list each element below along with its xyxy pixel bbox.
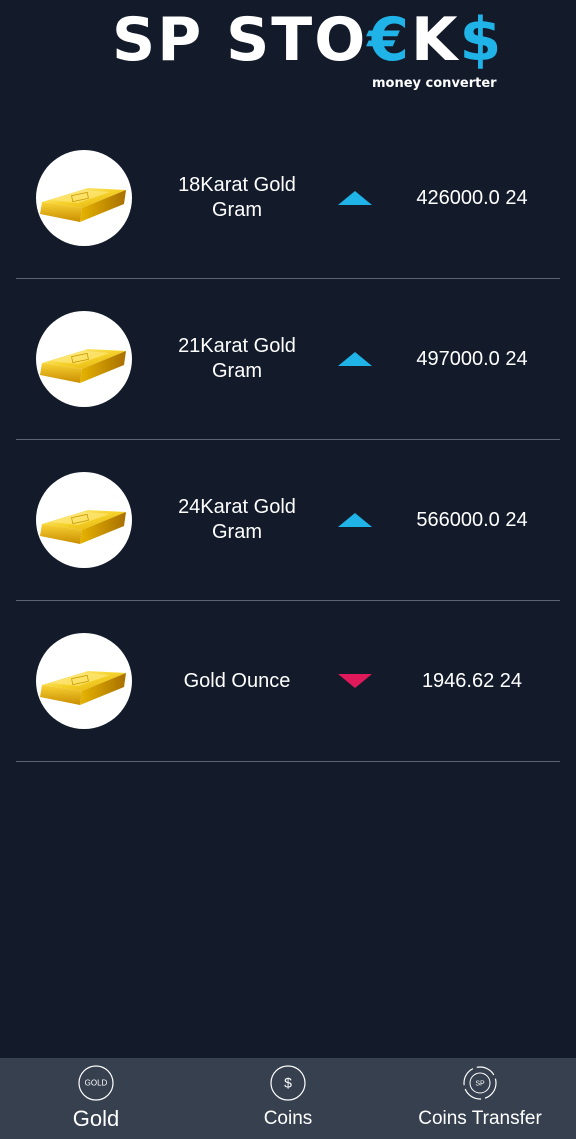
gold-coin-icon: GOLD <box>77 1064 115 1102</box>
svg-text:SP: SP <box>475 1080 485 1087</box>
gold-bar-icon <box>36 472 132 568</box>
logo-euro-symbol: € <box>367 5 411 75</box>
list-item[interactable]: 21Karat Gold Gram 497000.0 24 <box>16 279 560 440</box>
trend-up-icon <box>338 350 372 368</box>
nav-tab-gold[interactable]: GOLD Gold <box>0 1058 192 1139</box>
logo-dollar-symbol: $ <box>459 5 504 75</box>
list-item[interactable]: 24Karat Gold Gram 566000.0 24 <box>16 440 560 601</box>
gold-price-list: 18Karat Gold Gram 426000.0 24 21Karat Go… <box>16 118 560 762</box>
svg-text:GOLD: GOLD <box>85 1079 108 1088</box>
item-price: 566000.0 24 <box>416 509 528 531</box>
trend-down-icon <box>338 672 372 690</box>
sp-transfer-icon: SP <box>461 1064 499 1102</box>
trend-up-icon <box>338 189 372 207</box>
logo-text-part3: K <box>410 5 460 75</box>
item-name: 21Karat Gold Gram <box>178 335 296 382</box>
nav-tab-coins[interactable]: $ Coins <box>192 1058 384 1139</box>
nav-tab-coins-transfer[interactable]: SP Coins Transfer <box>384 1058 576 1139</box>
list-item[interactable]: Gold Ounce 1946.62 24 <box>16 601 560 762</box>
trend-up-icon <box>338 511 372 529</box>
item-name: Gold Ounce <box>183 669 291 692</box>
list-item[interactable]: 18Karat Gold Gram 426000.0 24 <box>16 118 560 279</box>
bottom-navigation: GOLD Gold $ Coins SP Coins Transfer <box>0 1058 576 1139</box>
logo-subtitle: money converter <box>372 76 497 91</box>
logo-text-part1: SP STO <box>112 5 368 75</box>
item-name: 24Karat Gold Gram <box>178 496 296 543</box>
gold-bar-icon <box>36 311 132 407</box>
nav-label: Coins <box>263 1108 313 1129</box>
item-name: 18Karat Gold Gram <box>178 174 296 221</box>
app-logo: SP STO€K$ <box>112 8 503 72</box>
gold-bar-icon <box>36 150 132 246</box>
gold-bar-icon <box>36 633 132 729</box>
app-header: SP STO€K$ money converter <box>0 0 576 100</box>
item-price: 1946.62 24 <box>421 670 523 692</box>
item-price: 497000.0 24 <box>416 348 528 370</box>
item-price: 426000.0 24 <box>416 187 528 209</box>
nav-label: Gold <box>72 1106 120 1131</box>
nav-label: Coins Transfer <box>418 1108 542 1129</box>
svg-text:$: $ <box>284 1075 292 1091</box>
dollar-coin-icon: $ <box>269 1064 307 1102</box>
